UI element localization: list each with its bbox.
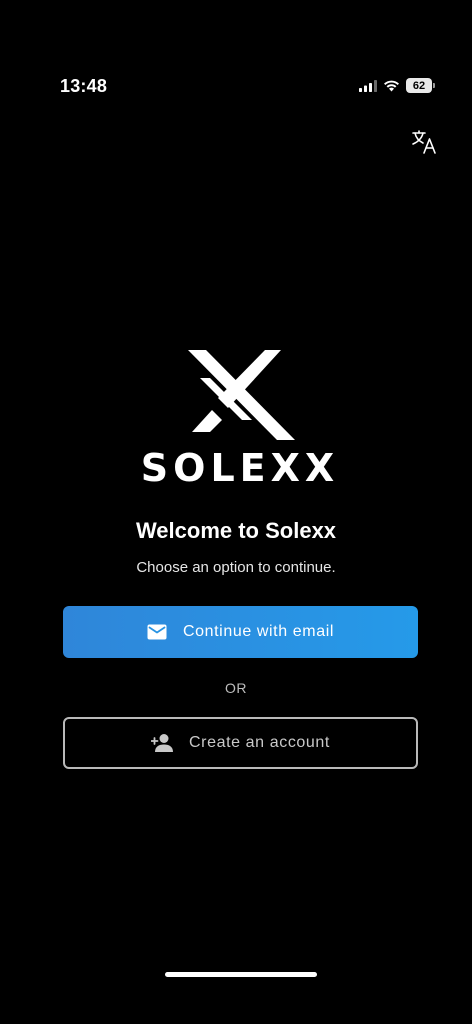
mail-icon xyxy=(147,624,167,640)
solexx-wordmark: SOLEXX xyxy=(141,446,339,490)
create-account-button[interactable]: Create an account xyxy=(63,717,418,769)
translate-button[interactable] xyxy=(410,128,438,156)
battery-indicator: 62 xyxy=(406,78,435,93)
solexx-logo: SOLEXX xyxy=(140,348,340,490)
status-bar: 13:48 62 xyxy=(0,0,472,96)
home-indicator[interactable] xyxy=(165,972,317,977)
add-person-icon xyxy=(151,734,174,752)
or-divider: OR xyxy=(225,680,247,696)
welcome-title: Welcome to Solexx xyxy=(135,518,337,543)
signal-icon xyxy=(359,79,377,92)
continue-with-email-label: Continue with email xyxy=(182,623,335,640)
continue-with-email-button[interactable]: Continue with email xyxy=(63,606,418,658)
status-time: 13:48 xyxy=(60,76,108,96)
translate-icon xyxy=(412,130,436,154)
solexx-x-mark xyxy=(188,350,295,440)
wifi-icon xyxy=(384,80,399,92)
status-icons: 62 xyxy=(359,78,435,93)
svg-text:SOLEXX: SOLEXX xyxy=(141,448,339,488)
welcome-subtitle: Choose an option to continue. xyxy=(136,559,336,576)
create-account-label: Create an account xyxy=(189,734,330,751)
